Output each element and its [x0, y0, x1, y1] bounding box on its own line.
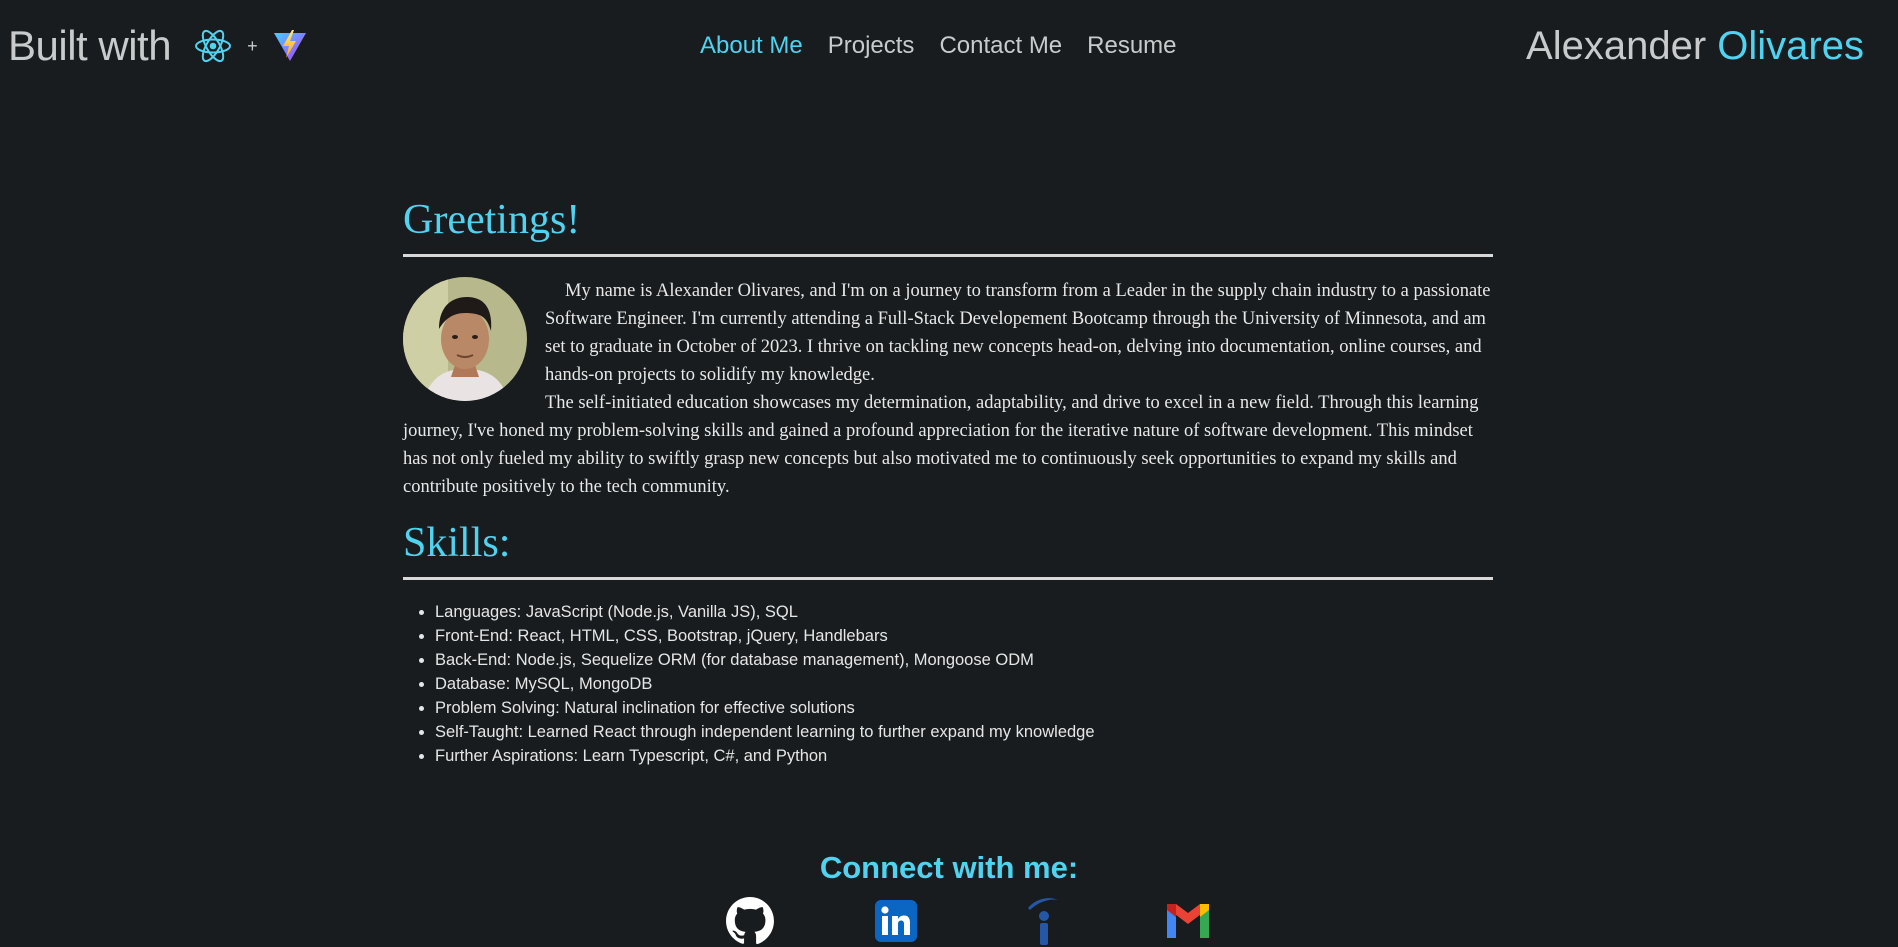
divider [403, 254, 1493, 257]
list-item: Languages: JavaScript (Node.js, Vanilla … [435, 600, 1493, 624]
plus-sign: + [247, 35, 258, 56]
list-item: Front-End: React, HTML, CSS, Bootstrap, … [435, 624, 1493, 648]
site-header: Built with + About Me Projects Contact M… [0, 0, 1898, 96]
avatar [403, 277, 527, 401]
react-icon [195, 29, 232, 63]
skills-title: Skills: [403, 520, 511, 566]
vite-icon [273, 30, 306, 61]
social-links [725, 895, 1213, 947]
main-nav: About Me Projects Contact Me Resume [700, 32, 1177, 60]
nav-about-me[interactable]: About Me [700, 32, 803, 60]
site-owner-name: Alexander Olivares [1526, 24, 1864, 69]
list-item: Further Aspirations: Learn Typescript, C… [435, 744, 1493, 768]
linkedin-icon[interactable] [871, 895, 921, 947]
nav-contact-me[interactable]: Contact Me [939, 32, 1062, 60]
built-with: Built with + [8, 22, 308, 70]
connect-section: Connect with me: [0, 850, 1898, 886]
list-item: Database: MySQL, MongoDB [435, 672, 1493, 696]
first-name: Alexander [1526, 24, 1707, 68]
about-paragraph-1: My name is Alexander Olivares, and I'm o… [545, 281, 1491, 385]
greetings-title: Greetings! [403, 197, 581, 243]
about-text: My name is Alexander Olivares, and I'm o… [403, 277, 1493, 501]
about-paragraph-2: The self-initiated education showcases m… [403, 393, 1479, 497]
skills-list: Languages: JavaScript (Node.js, Vanilla … [403, 600, 1493, 768]
list-item: Self-Taught: Learned React through indep… [435, 720, 1493, 744]
connect-title: Connect with me: [819, 850, 1079, 885]
github-icon[interactable] [725, 895, 775, 947]
nav-resume[interactable]: Resume [1087, 32, 1176, 60]
nav-projects[interactable]: Projects [828, 32, 915, 60]
page: Built with + About Me Projects Contact M… [0, 0, 1898, 947]
built-with-label: Built with [8, 22, 172, 69]
about-section: Greetings! My name is Alexander Olivares… [403, 196, 1493, 768]
last-name: Olivares [1717, 24, 1864, 68]
divider [403, 577, 1493, 580]
list-item: Back-End: Node.js, Sequelize ORM (for da… [435, 648, 1493, 672]
indeed-icon[interactable] [1017, 895, 1067, 947]
list-item: Problem Solving: Natural inclination for… [435, 696, 1493, 720]
gmail-icon[interactable] [1163, 895, 1213, 947]
